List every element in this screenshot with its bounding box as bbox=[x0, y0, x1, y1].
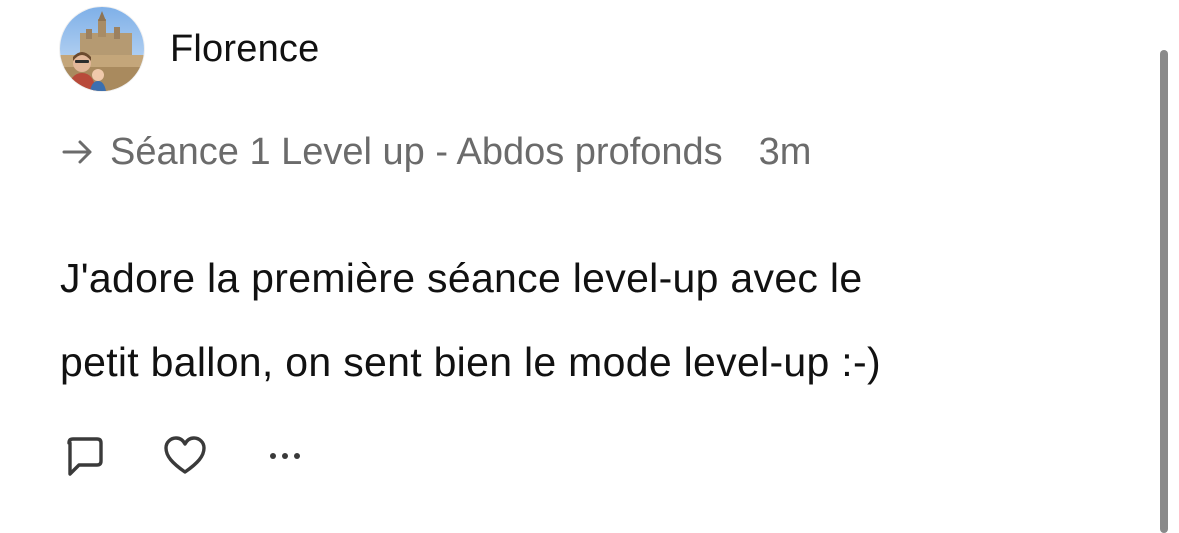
avatar-photo bbox=[60, 7, 144, 91]
session-link[interactable]: Séance 1 Level up - Abdos profonds bbox=[110, 131, 723, 174]
feed-post: Florence Séance 1 Level up - Abdos profo… bbox=[0, 0, 1179, 533]
post-timestamp: 3m bbox=[758, 130, 812, 173]
post-body: J'adore la première séance level-up avec… bbox=[60, 236, 1120, 404]
comment-button[interactable] bbox=[60, 433, 110, 483]
more-options-button[interactable] bbox=[260, 433, 310, 483]
comment-icon bbox=[63, 434, 107, 483]
post-body-line: J'adore la première séance level-up avec… bbox=[60, 255, 863, 301]
post-actions bbox=[60, 432, 310, 484]
author-name[interactable]: Florence bbox=[170, 26, 319, 72]
avatar[interactable] bbox=[60, 7, 144, 91]
scrollbar[interactable] bbox=[1160, 50, 1168, 533]
ellipsis-icon bbox=[263, 446, 307, 471]
like-button[interactable] bbox=[160, 433, 210, 483]
post-context: Séance 1 Level up - Abdos profonds 3m bbox=[60, 126, 811, 178]
heart-icon bbox=[162, 433, 208, 484]
post-body-line: petit ballon, on sent bien le mode level… bbox=[60, 339, 881, 385]
arrow-right-icon bbox=[60, 134, 96, 170]
